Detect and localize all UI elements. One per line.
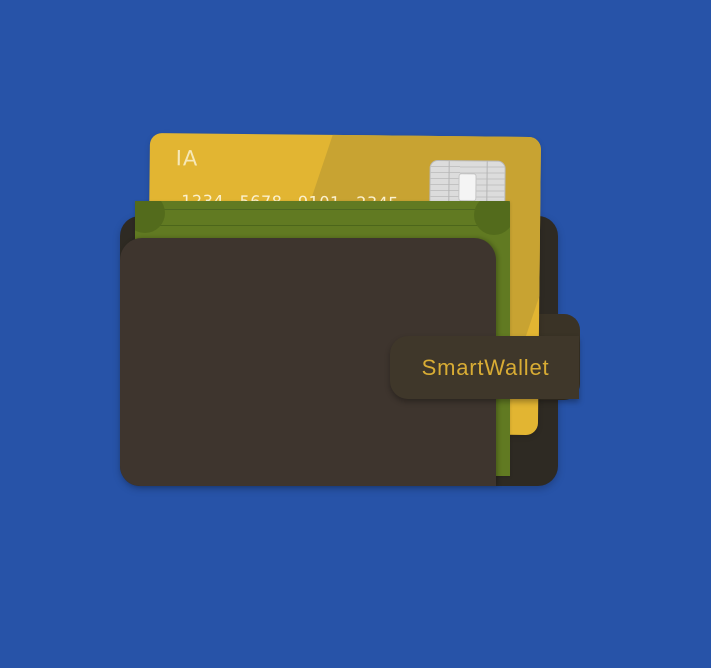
wallet-illustration: IA 1234 5678 9101 2345 SmartWallet [0,0,711,668]
chip-pad [458,173,477,202]
card-brand-text: IA [175,146,199,171]
wallet-strap: SmartWallet [390,336,579,399]
brand-label: SmartWallet [421,354,550,380]
